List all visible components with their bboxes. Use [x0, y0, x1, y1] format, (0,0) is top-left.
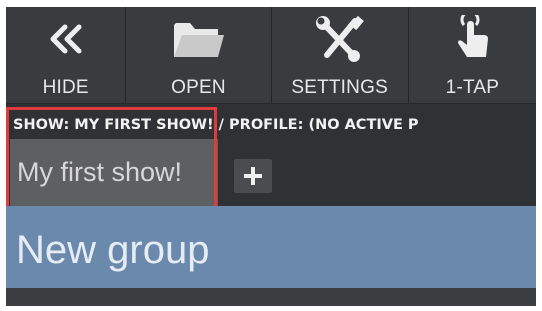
touch-hand-icon [442, 15, 502, 63]
open-button[interactable]: OPEN [126, 7, 270, 103]
bottom-strip [6, 288, 536, 306]
show-tab-my-first-show[interactable]: My first show! [10, 139, 218, 206]
settings-button-label: SETTINGS [291, 77, 388, 98]
group-title: New group [16, 228, 210, 272]
folder-icon [168, 15, 228, 63]
wrench-screwdriver-icon [310, 15, 370, 63]
app-window: HIDE OPEN SETTINGS 1-TAP SHOW: MY FIRST … [6, 7, 536, 306]
hide-button-label: HIDE [42, 77, 89, 98]
open-button-label: OPEN [171, 77, 226, 98]
hide-button[interactable]: HIDE [6, 7, 125, 103]
plus-icon [244, 167, 262, 185]
group-header[interactable]: New group [6, 206, 536, 288]
settings-button[interactable]: SETTINGS [272, 7, 408, 103]
main-toolbar: HIDE OPEN SETTINGS 1-TAP [6, 7, 536, 103]
show-tab-row: My first show! [6, 139, 536, 206]
add-show-button[interactable] [234, 159, 272, 193]
breadcrumb: SHOW: MY FIRST SHOW! / PROFILE: (NO ACTI… [6, 103, 536, 139]
double-chevron-left-icon [36, 15, 96, 63]
one-tap-button-label: 1-TAP [445, 77, 500, 98]
one-tap-button[interactable]: 1-TAP [409, 7, 536, 103]
